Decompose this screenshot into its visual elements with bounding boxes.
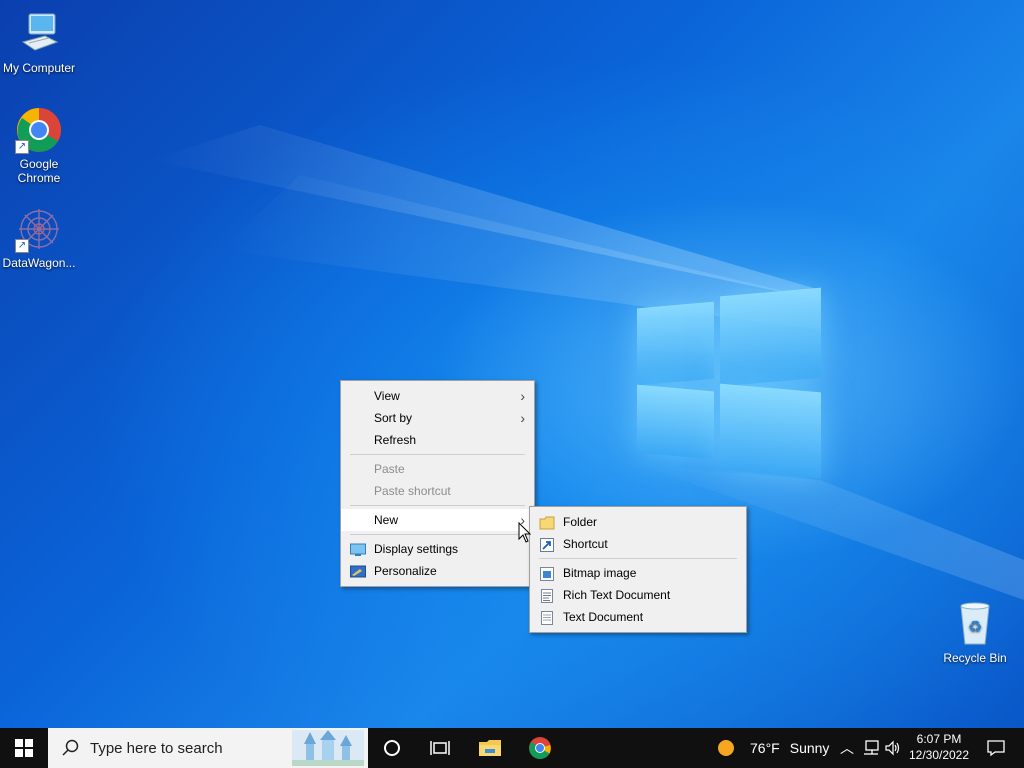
menu-item-label: Text Document — [563, 610, 644, 624]
wallpaper-light-beams — [150, 125, 1024, 600]
text-document-icon — [539, 610, 555, 625]
desktop-icon-recycle-bin[interactable]: ♻ Recycle Bin — [936, 600, 1014, 665]
menu-item-paste-shortcut: Paste shortcut — [341, 480, 534, 502]
submenu-item-folder[interactable]: Folder — [530, 511, 746, 533]
clock-date: 12/30/2022 — [908, 748, 970, 762]
menu-item-paste: Paste — [341, 458, 534, 480]
chrome-icon: ↗ — [15, 106, 63, 154]
submenu-item-rich-text-document[interactable]: Rich Text Document — [530, 584, 746, 606]
shortcut-icon — [539, 537, 555, 552]
menu-separator — [350, 454, 525, 455]
cortana-button[interactable] — [368, 728, 416, 768]
recycle-bin-icon: ♻ — [951, 600, 999, 648]
show-hidden-icons-button[interactable]: ︿ — [836, 728, 858, 768]
chrome-taskbar-button[interactable] — [516, 728, 564, 768]
submenu-item-bitmap-image[interactable]: Bitmap image — [530, 562, 746, 584]
menu-item-label: Refresh — [374, 433, 417, 447]
chevron-right-icon: › — [520, 410, 525, 426]
cortana-circle-icon — [384, 740, 400, 756]
clock-time: 6:07 PM — [916, 732, 962, 746]
menu-item-sort-by[interactable]: Sort by › — [341, 407, 534, 429]
desktop-icon-label: DataWagon... — [2, 256, 76, 270]
weather-widget[interactable]: 76°F Sunny — [716, 728, 832, 768]
menu-separator — [350, 505, 525, 506]
task-view-icon — [430, 741, 450, 755]
volume-tray-button[interactable] — [882, 728, 904, 768]
personalize-icon — [350, 564, 366, 578]
submenu-item-shortcut[interactable]: Shortcut — [530, 533, 746, 555]
shortcut-arrow-icon: ↗ — [15, 239, 29, 253]
chevron-up-icon: ︿ — [840, 740, 854, 756]
menu-item-label: Rich Text Document — [563, 588, 671, 602]
menu-item-new[interactable]: New › — [341, 509, 534, 531]
menu-item-personalize[interactable]: Personalize — [341, 560, 534, 582]
sun-icon — [718, 740, 734, 756]
taskbar: Type here to search 76°F Sunny ︿ 6:07 PM… — [0, 728, 1024, 768]
desktop-icon-my-computer[interactable]: My Computer — [0, 10, 78, 75]
chevron-right-icon: › — [520, 388, 525, 404]
menu-item-label: Bitmap image — [563, 566, 637, 580]
menu-item-label: Personalize — [374, 564, 437, 578]
search-highlight-castle-icon — [292, 730, 364, 766]
new-submenu: Folder Shortcut Bitmap image Rich Text D… — [529, 506, 747, 633]
network-icon — [864, 740, 879, 755]
weather-temperature: 76°F — [750, 740, 780, 756]
submenu-item-text-document[interactable]: Text Document — [530, 606, 746, 628]
desktop-icon-label: Recycle Bin — [943, 651, 1007, 665]
menu-item-label: Sort by — [374, 411, 413, 425]
notification-icon — [987, 740, 1005, 757]
menu-item-label: Display settings — [374, 542, 459, 556]
windows-start-icon — [15, 739, 33, 757]
menu-item-label: Shortcut — [563, 537, 608, 551]
speaker-icon — [885, 740, 900, 756]
menu-item-label: New — [374, 513, 399, 527]
task-view-button[interactable] — [416, 728, 464, 768]
datawagon-icon: ↗ — [15, 205, 63, 253]
search-icon — [62, 739, 79, 756]
desktop-icon-label: Google Chrome — [17, 157, 61, 185]
desktop-icon-label: My Computer — [2, 61, 76, 75]
desktop-background[interactable]: My Computer ↗ Google Chrome ↗ DataWagon.… — [0, 0, 1024, 728]
desktop-context-menu: View › Sort by › Refresh Paste Paste sho… — [340, 380, 535, 587]
menu-separator — [539, 558, 737, 559]
menu-item-view[interactable]: View › — [341, 385, 534, 407]
rtf-icon — [539, 588, 555, 603]
bitmap-icon — [539, 566, 555, 581]
display-icon — [350, 542, 366, 556]
file-explorer-taskbar-button[interactable] — [466, 728, 514, 768]
chrome-icon — [529, 737, 551, 759]
computer-icon — [15, 10, 63, 58]
svg-text:♻: ♻ — [968, 617, 982, 636]
desktop-icon-google-chrome[interactable]: ↗ Google Chrome — [0, 106, 78, 185]
weather-condition: Sunny — [789, 740, 830, 756]
menu-item-label: Paste — [374, 462, 405, 476]
menu-item-label: Paste shortcut — [374, 484, 451, 498]
menu-item-refresh[interactable]: Refresh — [341, 429, 534, 451]
network-tray-button[interactable] — [860, 728, 882, 768]
shortcut-arrow-icon: ↗ — [15, 140, 29, 154]
taskbar-clock[interactable]: 6:07 PM 12/30/2022 — [906, 731, 972, 763]
file-explorer-icon — [479, 740, 501, 756]
menu-item-display-settings[interactable]: Display settings — [341, 538, 534, 560]
menu-item-label: Folder — [563, 515, 598, 529]
mouse-cursor-icon — [518, 522, 532, 543]
menu-item-label: View — [374, 389, 400, 403]
start-button[interactable] — [0, 728, 48, 768]
notification-center-button[interactable] — [978, 728, 1014, 768]
menu-separator — [350, 534, 525, 535]
folder-icon — [539, 515, 555, 530]
taskbar-search-box[interactable]: Type here to search — [48, 728, 368, 768]
search-placeholder: Type here to search — [90, 739, 223, 757]
desktop-icon-datawagon[interactable]: ↗ DataWagon... — [0, 205, 78, 270]
